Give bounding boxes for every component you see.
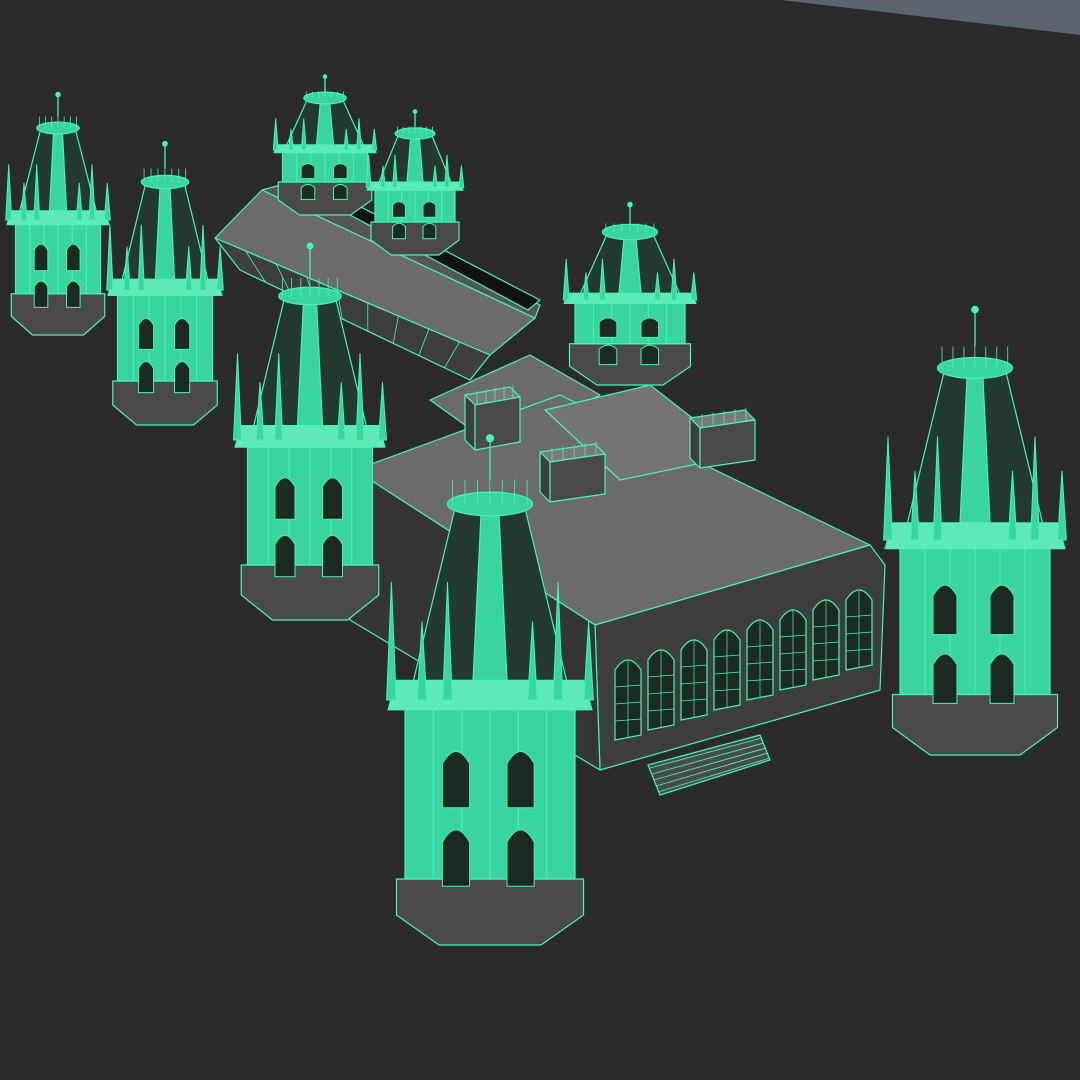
- tower-plinth: [395, 878, 585, 946]
- tower-window: [441, 750, 471, 809]
- tower-window: [640, 344, 660, 366]
- tower-window: [989, 653, 1015, 704]
- tower-plinth: [10, 293, 106, 336]
- tower-window: [174, 361, 191, 394]
- tower-window: [66, 243, 81, 272]
- tower-window: [392, 222, 406, 240]
- tower-window: [274, 477, 296, 520]
- spire-finial-icon: [412, 109, 418, 114]
- tower-plinth: [112, 380, 218, 426]
- spire-finial-icon: [55, 91, 61, 98]
- roof-turret-center: [539, 441, 606, 503]
- 3d-viewport[interactable]: [0, 0, 1080, 1080]
- turret-wall-front: [549, 453, 606, 503]
- tower-window: [422, 222, 437, 240]
- roof-turret-right: [689, 407, 756, 469]
- viewport-canvas[interactable]: [0, 0, 1080, 1080]
- tower-window: [392, 201, 406, 218]
- tower-plinth: [277, 181, 373, 216]
- tower-window: [66, 280, 81, 308]
- tower-window: [598, 317, 618, 338]
- tower-window: [300, 183, 316, 200]
- tower-window: [174, 317, 191, 350]
- tower-window: [989, 584, 1015, 636]
- tower-window: [441, 829, 471, 887]
- tower-window: [33, 280, 49, 308]
- tower-window: [33, 243, 49, 272]
- turret-wall-front: [474, 396, 521, 451]
- tower-window: [598, 344, 618, 366]
- spire-finial-icon: [306, 242, 314, 250]
- spire-finial-icon: [971, 305, 979, 314]
- tower-window: [506, 750, 535, 809]
- tower-window: [137, 317, 155, 350]
- tower-window: [322, 477, 343, 520]
- tower-window: [506, 829, 535, 887]
- spire-finial-icon: [162, 140, 168, 147]
- tower-plinth: [891, 693, 1059, 756]
- tower-window: [322, 534, 343, 578]
- spire-finial-icon: [322, 74, 328, 79]
- tower-window: [932, 584, 958, 636]
- tower-window: [422, 201, 437, 218]
- tower-window: [640, 317, 660, 338]
- tower-plinth: [568, 343, 692, 386]
- turret-wall-front: [699, 419, 756, 469]
- tower-window: [137, 361, 155, 394]
- spire-finial-icon: [627, 201, 633, 208]
- tower-plinth: [370, 221, 460, 256]
- tower-window: [333, 183, 348, 200]
- tower-window: [300, 163, 316, 180]
- tower-plinth: [240, 564, 380, 621]
- tower-window: [274, 534, 296, 578]
- tower-window: [932, 653, 958, 704]
- tower-window: [333, 163, 348, 180]
- turret-wall-left: [464, 394, 476, 451]
- spire-finial-icon: [485, 434, 495, 443]
